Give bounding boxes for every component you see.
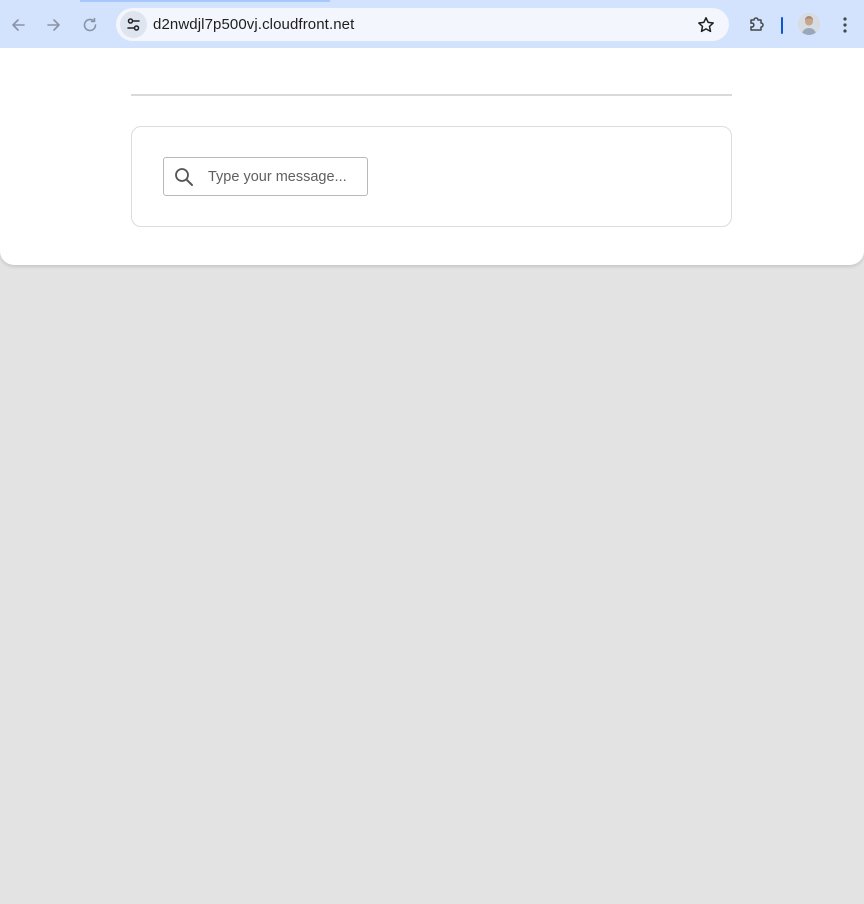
- back-button[interactable]: [4, 11, 32, 39]
- extensions-button[interactable]: [744, 11, 770, 37]
- site-info-button[interactable]: [120, 11, 147, 38]
- tune-icon: [127, 18, 140, 31]
- page-content: [0, 48, 864, 265]
- search-input[interactable]: [208, 158, 366, 195]
- reload-button[interactable]: [76, 11, 104, 39]
- url-text[interactable]: d2nwdjl7p500vj.cloudfront.net: [153, 16, 354, 33]
- star-icon: [698, 17, 714, 33]
- address-bar[interactable]: d2nwdjl7p500vj.cloudfront.net: [116, 8, 729, 41]
- active-tab-indicator: [80, 0, 330, 2]
- search-box[interactable]: [163, 157, 368, 196]
- toolbar-separator: [781, 17, 783, 34]
- search-icon: [175, 168, 193, 186]
- profile-avatar[interactable]: [798, 13, 820, 35]
- arrow-right-icon: [47, 19, 60, 31]
- arrow-left-icon: [12, 19, 25, 31]
- kebab-icon: [843, 17, 847, 33]
- search-card: [131, 126, 732, 227]
- browser-menu-button[interactable]: [836, 11, 854, 39]
- browser-toolbar: d2nwdjl7p500vj.cloudfront.net: [0, 3, 864, 48]
- bookmark-button[interactable]: [695, 14, 717, 36]
- divider: [131, 94, 732, 96]
- reload-icon: [83, 17, 97, 32]
- puzzle-icon: [750, 17, 764, 31]
- forward-button[interactable]: [40, 11, 68, 39]
- profile-icon: [798, 13, 820, 35]
